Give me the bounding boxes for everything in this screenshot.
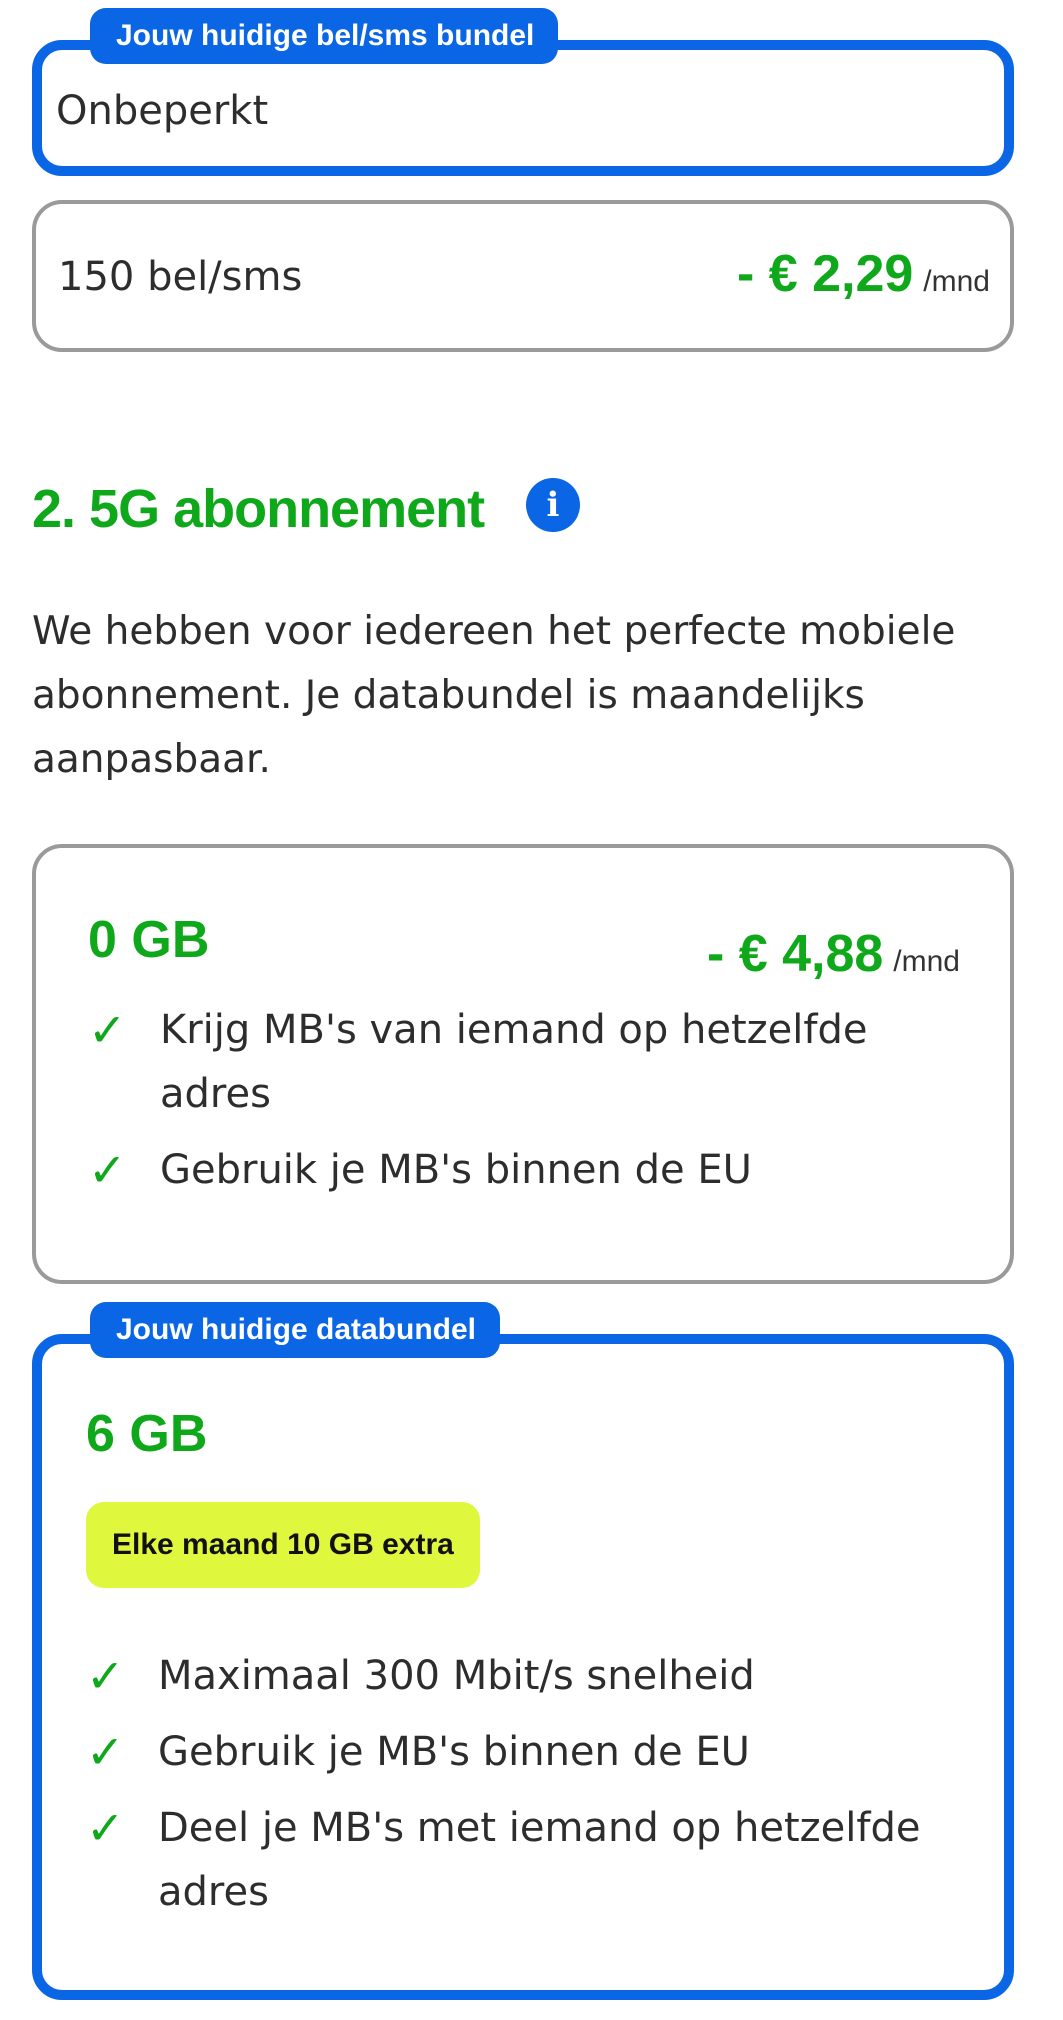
price-unit: /mnd [923,265,990,298]
checkmark-icon: ✓ [86,1649,125,1703]
price-amount: - € 4,88 [706,925,884,983]
section-heading: 2. 5G abonnement [32,479,485,539]
feature-text: Krijg MB's van iemand op hetzelfde adres [160,1007,868,1117]
plan-price: - € 4,88/mnd [707,924,960,984]
sms-option-price: - € 2,29/mnd [737,244,990,304]
feature-text: Gebruik je MB's binnen de EU [158,1729,750,1775]
feature-item: ✓ Maximaal 300 Mbit/s snelheid [86,1644,986,1708]
feature-list: ✓ Maximaal 300 Mbit/s snelheid ✓ Gebruik j… [86,1644,986,1924]
feature-item: ✓ Krijg MB's van iemand op hetzelfde adre… [88,998,988,1126]
checkmark-icon: ✓ [88,1143,127,1197]
current-option-label: Onbeperkt [56,88,269,134]
section-intro: We hebben voor iedereen het perfecte mob… [32,609,956,782]
plan-card-0gb[interactable]: 0 GB - € 4,88/mnd ✓ Krijg MB's van iemand… [32,844,1014,1284]
feature-item: ✓ Gebruik je MB's binnen de EU [88,1138,988,1202]
info-icon[interactable]: i [526,478,580,532]
plan-name: 6 GB [86,1405,208,1463]
price-unit: /mnd [893,945,960,978]
feature-item: ✓ Deel je MB's met iemand op hetzelfde ad… [86,1796,986,1924]
current-sms-tag: Jouw huidige bel/sms bundel [90,8,559,64]
feature-item: ✓ Gebruik je MB's binnen de EU [86,1720,986,1784]
sms-option-150[interactable]: 150 bel/sms - € 2,29/mnd [32,200,1014,352]
checkmark-icon: ✓ [86,1801,125,1855]
feature-text: Deel je MB's met iemand op hetzelfde adr… [158,1805,921,1915]
current-data-tag: Jouw huidige databundel [90,1302,500,1358]
checkmark-icon: ✓ [86,1725,125,1779]
plan-card-6gb-current[interactable]: 6 GB Elke maand 10 GB extra ✓ Maximaal 30… [32,1334,1014,2000]
sms-option-label: 150 bel/sms [58,254,303,300]
extra-data-badge: Elke maand 10 GB extra [86,1502,480,1588]
plan-name: 0 GB [88,911,210,969]
feature-list: ✓ Krijg MB's van iemand op hetzelfde adre… [88,998,988,1202]
feature-text: Gebruik je MB's binnen de EU [160,1147,752,1193]
price-amount: - € 2,29 [736,245,914,303]
feature-text: Maximaal 300 Mbit/s snelheid [158,1653,755,1699]
page: Onbeperkt Jouw huidige bel/sms bundel 15… [0,0,1063,2020]
checkmark-icon: ✓ [88,1003,127,1057]
